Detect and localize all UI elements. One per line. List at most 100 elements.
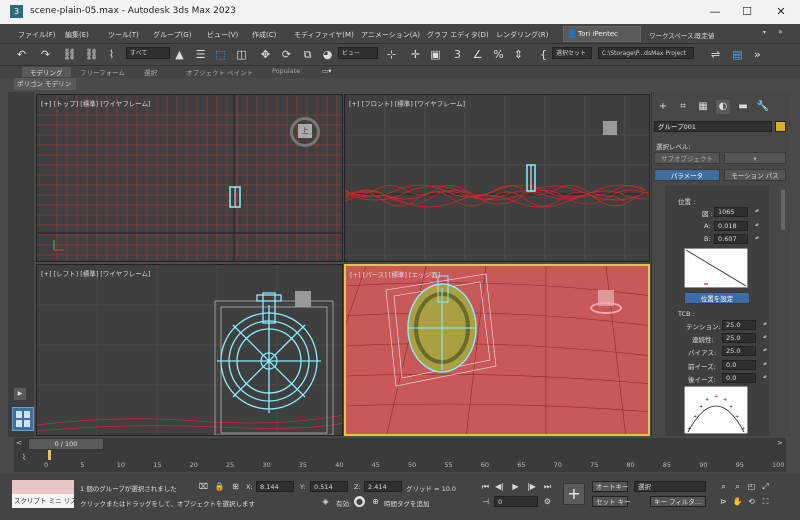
go-to-start-icon[interactable]: ⏮ <box>480 481 491 492</box>
frame-spinner[interactable]: 1065 <box>714 207 758 217</box>
isolate-selection-icon[interactable]: ⌧ <box>198 481 209 492</box>
ribbon-tab-populate[interactable]: Populate <box>272 67 300 75</box>
redo-icon[interactable]: ↷ <box>38 47 53 62</box>
current-frame-field[interactable]: 0 <box>494 496 538 507</box>
field-of-view-icon[interactable]: ⊳ <box>718 496 729 507</box>
minimize-button[interactable]: — <box>700 2 730 22</box>
viewcube[interactable] <box>295 291 311 307</box>
mirror-icon[interactable]: ⇌ <box>708 47 723 62</box>
menu-file[interactable]: ファイル(F) <box>18 30 56 40</box>
ease-from-spinner[interactable]: 0.0 <box>722 373 766 383</box>
ribbon-toggle-icon[interactable]: ▭▾ <box>322 67 331 75</box>
previous-frame-icon[interactable]: ◀| <box>494 481 505 492</box>
menu-modifiers[interactable]: モディファイヤ(M) <box>294 30 354 40</box>
pivot-center-icon[interactable]: ⊹ <box>384 47 399 62</box>
viewport-perspective[interactable]: [+] [パース] [標準] [エッジ面] <box>344 264 650 436</box>
select-by-name-icon[interactable]: ☰ <box>193 47 208 62</box>
pan-icon[interactable]: ✋ <box>732 496 743 507</box>
snaps-toggle-icon[interactable]: 3 <box>450 47 465 62</box>
time-prev-icon[interactable]: < <box>16 439 22 447</box>
viewport-layout-button[interactable] <box>12 407 34 431</box>
display-tab-icon[interactable]: ▬ <box>736 100 750 114</box>
menu-edit[interactable]: 編集(E) <box>65 30 89 40</box>
expand-arrow-icon[interactable]: ▶ <box>14 388 26 400</box>
move-icon[interactable]: ✥ <box>258 47 273 62</box>
menu-view[interactable]: ビュー(V) <box>207 30 238 40</box>
maxscript-listener-top[interactable] <box>12 480 74 494</box>
enabled-toggle-icon[interactable]: ● <box>354 496 365 507</box>
auto-key-button[interactable]: オートキー <box>592 481 629 492</box>
render-setup-icon[interactable]: ▤ <box>730 47 745 62</box>
hierarchy-tab-icon[interactable]: ▦ <box>696 100 710 114</box>
set-key-big-icon[interactable]: + <box>563 483 585 505</box>
close-button[interactable]: ✕ <box>766 2 796 22</box>
maxscript-mini-listener[interactable]: スクリプト ミニ リス <box>12 494 77 508</box>
object-name-field[interactable]: グループ001 <box>654 121 772 132</box>
selection-filter-dropdown[interactable]: すべて <box>126 47 170 59</box>
menu-rendering[interactable]: レンダリング(R) <box>496 30 548 40</box>
ribbon-tab-selection[interactable]: 選択 <box>144 67 157 77</box>
go-to-end-icon[interactable]: ⏭ <box>542 481 553 492</box>
command-panel-scrollbar[interactable] <box>781 190 785 230</box>
undo-icon[interactable]: ↶ <box>14 47 29 62</box>
viewport-front[interactable]: [+] [フロント] [標準] [ワイヤフレーム] <box>344 94 650 262</box>
bind-space-warp-icon[interactable]: ⌇ <box>104 47 119 62</box>
time-slider-track[interactable] <box>14 438 786 450</box>
viewport-left[interactable]: [+] [レフト] [標準] [ワイヤフレーム] <box>36 264 343 436</box>
time-next-icon[interactable]: > <box>777 439 783 447</box>
parameters-button[interactable]: パラメータ <box>654 169 720 181</box>
placement-icon[interactable]: ◕ <box>320 47 335 62</box>
ribbon-tab-object-paint[interactable]: オブジェクト ペイント <box>186 67 253 77</box>
window-crossing-icon[interactable]: ◫ <box>234 47 249 62</box>
menu-graph-editors[interactable]: グラフ エディタ(D) <box>427 30 489 40</box>
percent-snap-icon[interactable]: % <box>491 47 506 62</box>
ribbon-subtab-polygon-modeling[interactable]: ポリゴン モデリング <box>14 78 76 100</box>
select-object-icon[interactable]: ▲ <box>172 47 187 62</box>
b-spinner[interactable]: 0.607 <box>714 234 758 244</box>
zoom-extents-icon[interactable]: ◰ <box>746 481 757 492</box>
bias-spinner[interactable]: 25.0 <box>722 346 766 356</box>
zoom-all-icon[interactable]: ⌕ <box>732 481 743 492</box>
maximize-viewport-icon[interactable]: ⛶ <box>760 496 771 507</box>
utilities-tab-icon[interactable]: 🔧 <box>756 100 770 114</box>
ribbon-tab-freeform[interactable]: フリーフォーム <box>80 67 125 77</box>
ribbon-tab-modeling[interactable]: モデリング <box>22 67 71 77</box>
y-coordinate-field[interactable]: 0.514 <box>310 481 348 492</box>
time-tag-icon[interactable]: ⊕ <box>370 496 381 507</box>
z-coordinate-field[interactable]: 2.414 <box>364 481 402 492</box>
sub-object-dropdown[interactable]: ▾ <box>724 152 786 164</box>
named-selection-set-dropdown[interactable]: 選択セット <box>552 47 592 59</box>
key-selection-dropdown[interactable]: 選択 <box>634 481 706 492</box>
key-filters-button[interactable]: キー フィルタ... <box>650 496 706 507</box>
zoom-icon[interactable]: ⌕ <box>718 481 729 492</box>
viewcube[interactable] <box>603 121 617 135</box>
rectangular-selection-icon[interactable]: ⬚ <box>213 47 228 62</box>
add-time-tag-label[interactable]: 時間タグを追加 <box>384 498 430 508</box>
continuity-spinner[interactable]: 25.0 <box>722 333 766 343</box>
menu-tools[interactable]: ツール(T) <box>108 30 139 40</box>
keyboard-shortcut-icon[interactable]: ▣ <box>428 47 443 62</box>
selection-lock-icon[interactable]: 🔒 <box>214 481 225 492</box>
set-key-button[interactable]: セット キー <box>592 496 631 507</box>
time-slider-thumb[interactable]: 0 / 100 <box>28 438 104 450</box>
create-tab-icon[interactable]: + <box>656 100 670 114</box>
motion-paths-button[interactable]: モーション パス <box>724 169 786 181</box>
tension-spinner[interactable]: 25.0 <box>722 320 766 330</box>
key-mode-icon[interactable]: ⊣ <box>480 496 491 507</box>
rotate-icon[interactable]: ⟳ <box>279 47 294 62</box>
sub-object-button[interactable]: サブオブジェクト <box>654 152 720 164</box>
edit-named-selection-icon[interactable]: { <box>536 47 551 62</box>
set-position-button[interactable]: 位置を設定 <box>684 292 750 304</box>
time-configuration-icon[interactable]: ⚙ <box>542 496 553 507</box>
workspace-selector[interactable]: ワークスペース: 既定値 ▾ <box>645 26 773 42</box>
reference-coordinate-dropdown[interactable]: ビュー <box>338 47 378 59</box>
unlink-icon[interactable]: ⛓ <box>84 47 99 62</box>
viewcube-ring[interactable] <box>590 302 622 314</box>
curve-editor-icon[interactable]: ⌇ <box>22 453 26 462</box>
link-icon[interactable]: ⛓ <box>62 47 77 62</box>
ease-to-spinner[interactable]: 0.0 <box>722 360 766 370</box>
angle-snap-icon[interactable]: ∠ <box>470 47 485 62</box>
next-frame-icon[interactable]: |▶ <box>526 481 537 492</box>
menu-group[interactable]: グループ(G) <box>153 30 191 40</box>
spinner-snap-icon[interactable]: ⇕ <box>511 47 526 62</box>
